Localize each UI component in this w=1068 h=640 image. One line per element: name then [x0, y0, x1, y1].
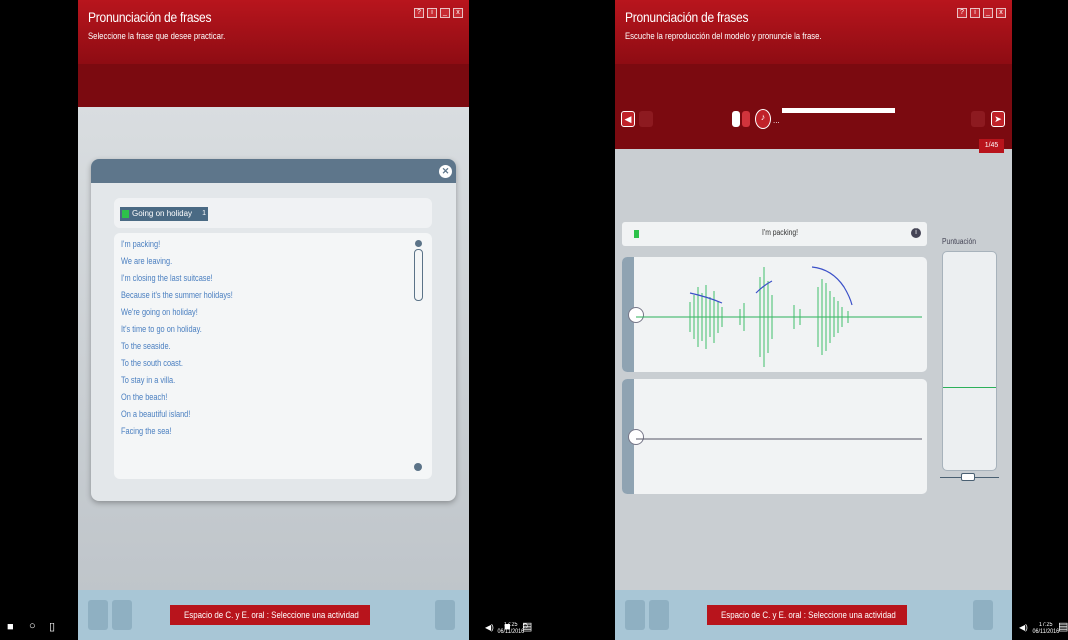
- topic-number: 1: [202, 210, 206, 217]
- user-waveform: [636, 438, 922, 440]
- info-button[interactable]: i: [970, 8, 980, 18]
- left-screen: Pronunciación de frases Seleccione la fr…: [0, 0, 534, 640]
- model-waveform: [636, 266, 922, 367]
- nav-button[interactable]: [112, 600, 132, 630]
- minimize-button[interactable]: _: [983, 8, 993, 18]
- scrollbar[interactable]: [414, 249, 423, 301]
- phrase-item[interactable]: On a beautiful island!: [121, 409, 190, 419]
- topic-dropdown[interactable]: Going on holiday 1: [120, 207, 208, 221]
- minimize-button[interactable]: _: [440, 8, 450, 18]
- title-bar: Pronunciación de frases Escuche la repro…: [615, 0, 1012, 64]
- close-button[interactable]: x: [453, 8, 463, 18]
- score-level-line: [943, 387, 996, 388]
- microphone-icon[interactable]: ♪: [755, 109, 771, 129]
- topic-bar: Going on holiday 1: [114, 198, 432, 228]
- score-slider[interactable]: [940, 473, 999, 481]
- windows-start-icon[interactable]: ■: [504, 621, 511, 633]
- back-icon[interactable]: ◀: [621, 111, 635, 127]
- user-waveform-panel: [622, 379, 927, 494]
- current-phrase-bar: I'm packing! i: [622, 222, 927, 246]
- info-icon[interactable]: i: [911, 228, 921, 238]
- search-icon[interactable]: ○: [29, 620, 36, 632]
- bottom-bar: Espacio de C. y E. oral : Seleccione una…: [78, 590, 469, 640]
- window-buttons: ? i _ x: [414, 8, 463, 18]
- instruction-text: Escuche la reproducción del modelo y pro…: [625, 31, 822, 41]
- taskbar-clock[interactable]: 17:25 06/11/2016: [1032, 622, 1059, 636]
- stop-icon[interactable]: [732, 111, 740, 127]
- clock-time: 17:25: [1039, 622, 1053, 628]
- nav-button[interactable]: [88, 600, 108, 630]
- phrase-counter: 1/45: [979, 139, 1004, 153]
- progress-track[interactable]: [782, 108, 895, 113]
- phrase-item[interactable]: I'm packing!: [121, 239, 160, 249]
- phrase-item[interactable]: To the south coast.: [121, 358, 183, 368]
- taskbar-clock[interactable]: 17:25 06/11/2016: [497, 622, 524, 636]
- content-area: ✕ Going on holiday 1 I'm packing! We are…: [78, 107, 469, 590]
- app-window-left: Pronunciación de frases Seleccione la fr…: [78, 0, 469, 640]
- topic-indicator: [122, 210, 129, 218]
- disabled-icon: [639, 111, 653, 127]
- phrase-indicator: [634, 230, 639, 238]
- phrase-item[interactable]: On the beach!: [121, 392, 167, 402]
- current-phrase: I'm packing!: [762, 228, 799, 237]
- slider-knob[interactable]: [961, 473, 975, 481]
- phrase-item[interactable]: Facing the sea!: [121, 426, 171, 436]
- volume-icon[interactable]: ◀): [1019, 623, 1028, 632]
- clock-date: 06/11/2016: [497, 629, 525, 635]
- app-window-right: Pronunciación de frases Escuche la repro…: [615, 0, 1012, 640]
- status-bar: Espacio de C. y E. oral : Seleccione una…: [707, 605, 907, 625]
- window-title: Pronunciación de frases: [88, 9, 212, 25]
- phrase-item[interactable]: It's time to go on holiday.: [121, 324, 202, 334]
- title-bar: Pronunciación de frases Seleccione la fr…: [78, 0, 469, 64]
- score-label: Puntuación: [942, 237, 977, 246]
- red-band: [78, 64, 469, 107]
- phrase-item[interactable]: We're going on holiday!: [121, 307, 198, 317]
- score-meter: [942, 251, 997, 471]
- player-band: ◀ ♪ ... ➤: [615, 64, 1012, 149]
- help-button[interactable]: ?: [957, 8, 967, 18]
- window-buttons: ? i _ x: [957, 8, 1006, 18]
- phrase-item[interactable]: To stay in a villa.: [121, 375, 175, 385]
- status-text: Espacio de C. y E. oral : Seleccione una…: [184, 610, 359, 620]
- dialog-close-icon[interactable]: ✕: [439, 165, 452, 178]
- phrase-dialog: ✕ Going on holiday 1 I'm packing! We are…: [91, 159, 456, 501]
- right-screen: Pronunciación de frases Escuche la repro…: [504, 0, 1068, 640]
- bottom-bar: Espacio de C. y E. oral : Seleccione una…: [615, 590, 1012, 640]
- nav-button[interactable]: [625, 600, 645, 630]
- clock-date: 06/11/2016: [1032, 629, 1060, 635]
- disabled-icon: [971, 111, 985, 127]
- next-icon[interactable]: ➤: [991, 111, 1005, 127]
- phrase-item[interactable]: We are leaving.: [121, 256, 172, 266]
- record-icon[interactable]: [742, 111, 750, 127]
- progress-ellipsis: ...: [773, 116, 780, 125]
- status-text: Espacio de C. y E. oral : Seleccione una…: [721, 610, 896, 620]
- topic-label: Going on holiday: [132, 209, 193, 218]
- scroll-down-icon[interactable]: [414, 463, 422, 471]
- close-button[interactable]: x: [996, 8, 1006, 18]
- model-waveform-panel: [622, 257, 927, 372]
- notification-icon[interactable]: ▤: [1058, 620, 1068, 633]
- phrase-item[interactable]: I'm closing the last suitcase!: [121, 273, 213, 283]
- windows-start-icon[interactable]: ■: [7, 621, 14, 633]
- nav-button[interactable]: [435, 600, 455, 630]
- phrase-item[interactable]: To the seaside.: [121, 341, 171, 351]
- phrase-item[interactable]: Because it's the summer holidays!: [121, 290, 233, 300]
- task-view-icon[interactable]: ▯: [49, 620, 55, 633]
- window-title: Pronunciación de frases: [625, 9, 749, 25]
- dialog-header: ✕: [91, 159, 456, 183]
- nav-button[interactable]: [973, 600, 993, 630]
- clock-time: 17:25: [504, 622, 518, 628]
- phrase-list: I'm packing! We are leaving. I'm closing…: [114, 233, 432, 479]
- volume-icon[interactable]: ◀): [485, 623, 494, 632]
- nav-button[interactable]: [649, 600, 669, 630]
- help-button[interactable]: ?: [414, 8, 424, 18]
- scroll-up-icon[interactable]: [415, 240, 422, 247]
- instruction-text: Seleccione la frase que desee practicar.: [88, 31, 226, 41]
- status-bar: Espacio de C. y E. oral : Seleccione una…: [170, 605, 370, 625]
- info-button[interactable]: i: [427, 8, 437, 18]
- search-icon[interactable]: ○: [522, 620, 529, 632]
